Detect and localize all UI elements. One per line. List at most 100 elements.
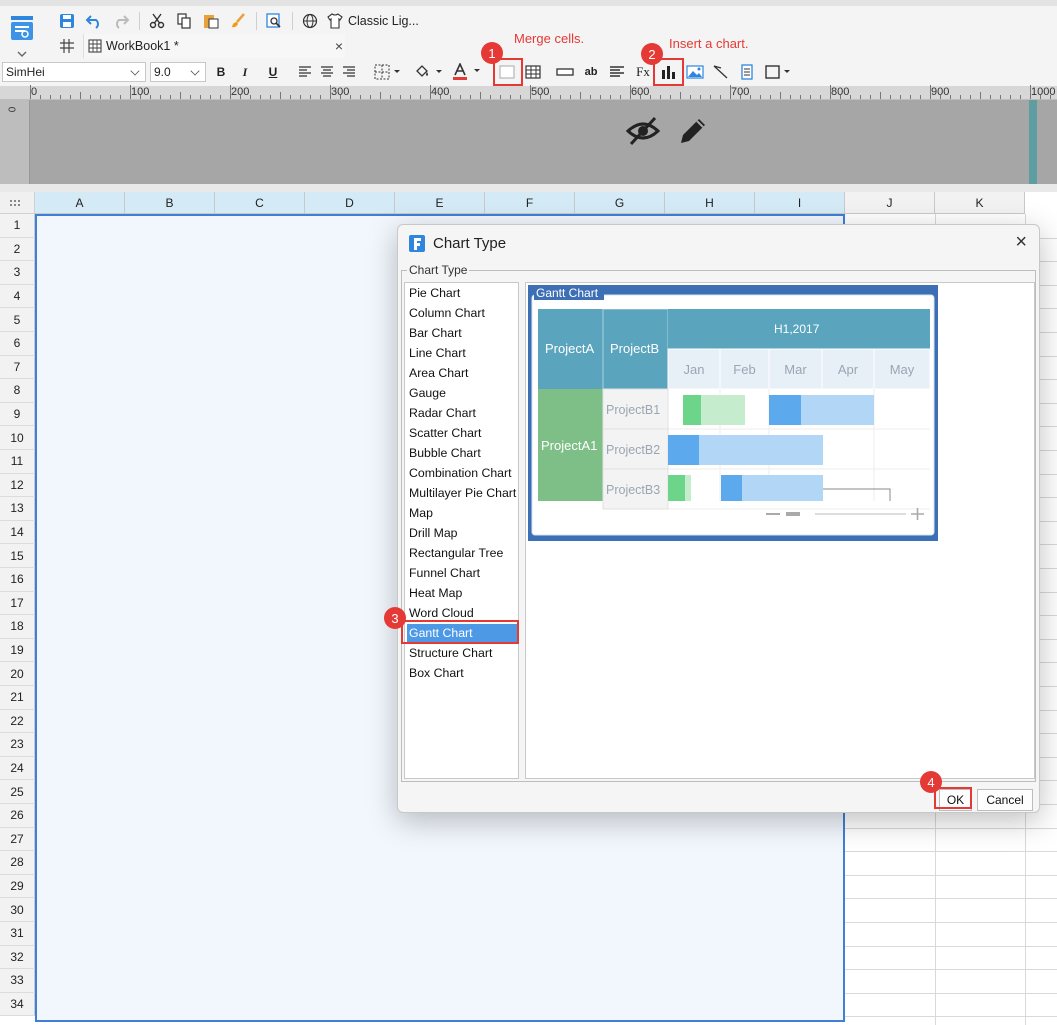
theme-label[interactable]: Classic Lig... xyxy=(348,14,419,28)
row-header[interactable]: 22 xyxy=(0,709,35,734)
chart-type-item-funnel-chart[interactable]: Funnel Chart xyxy=(407,564,518,583)
format-painter-button[interactable] xyxy=(227,10,249,32)
column-header[interactable]: A xyxy=(35,192,125,214)
row-header[interactable]: 31 xyxy=(0,922,35,946)
row-header[interactable]: 28 xyxy=(0,851,35,875)
tab-workbook1[interactable]: WorkBook1 * × xyxy=(83,34,345,58)
sheet-grid-button[interactable] xyxy=(56,35,78,57)
column-header[interactable]: J xyxy=(845,192,935,214)
row-header[interactable]: 11 xyxy=(0,450,35,474)
row-header[interactable]: 6 xyxy=(0,332,35,356)
row-header[interactable]: 27 xyxy=(0,827,35,852)
chart-type-item-drill-map[interactable]: Drill Map xyxy=(407,524,518,543)
column-header[interactable]: B xyxy=(125,192,215,214)
select-all-corner[interactable] xyxy=(0,192,35,214)
align-right-icon[interactable] xyxy=(342,65,356,79)
chart-type-item-scatter-chart[interactable]: Scatter Chart xyxy=(407,424,518,443)
column-header[interactable]: I xyxy=(755,192,845,214)
text-field-icon[interactable] xyxy=(556,67,574,77)
chart-type-item-structure-chart[interactable]: Structure Chart xyxy=(407,644,518,663)
row-header[interactable]: 2 xyxy=(0,237,35,262)
row-header[interactable]: 3 xyxy=(0,261,35,285)
align-center-icon[interactable] xyxy=(320,65,334,79)
undo-button[interactable] xyxy=(83,10,105,32)
chart-type-item-rectangular-tree[interactable]: Rectangular Tree xyxy=(407,544,518,563)
cancel-button[interactable]: Cancel xyxy=(977,789,1033,811)
italic-button[interactable]: I xyxy=(238,62,252,82)
row-header[interactable]: 34 xyxy=(0,992,35,1017)
gantt-preview-thumbnail[interactable]: Gantt Chart ProjectA ProjectB H1,2017 Ja… xyxy=(528,285,938,541)
row-header[interactable]: 8 xyxy=(0,379,35,403)
cut-button[interactable] xyxy=(146,10,168,32)
chart-type-item-multilayer-pie-chart[interactable]: Multilayer Pie Chart xyxy=(407,484,518,503)
language-button[interactable] xyxy=(299,10,321,32)
row-header[interactable]: 9 xyxy=(0,402,35,427)
font-color-icon[interactable] xyxy=(452,63,484,81)
underline-button[interactable]: U xyxy=(266,62,280,82)
frame-icon[interactable] xyxy=(764,64,794,80)
table-icon[interactable] xyxy=(525,65,541,79)
column-header[interactable]: C xyxy=(215,192,305,214)
row-header[interactable]: 23 xyxy=(0,733,35,757)
row-header[interactable]: 13 xyxy=(0,497,35,521)
redo-button[interactable] xyxy=(110,10,132,32)
row-header[interactable]: 29 xyxy=(0,874,35,899)
row-header[interactable]: 19 xyxy=(0,638,35,663)
chart-type-item-box-chart[interactable]: Box Chart xyxy=(407,664,518,683)
chart-type-item-bubble-chart[interactable]: Bubble Chart xyxy=(407,444,518,463)
bold-button[interactable]: B xyxy=(214,62,228,82)
paste-button[interactable] xyxy=(200,10,222,32)
row-header[interactable]: 16 xyxy=(0,568,35,592)
formula-button[interactable]: Fx xyxy=(633,62,653,82)
row-header[interactable]: 4 xyxy=(0,284,35,309)
chart-type-item-combination-chart[interactable]: Combination Chart xyxy=(407,464,518,483)
fill-color-icon[interactable] xyxy=(414,64,444,80)
hide-eye-icon[interactable] xyxy=(626,115,660,147)
align-left-icon[interactable] xyxy=(298,65,312,79)
chart-type-item-heat-map[interactable]: Heat Map xyxy=(407,584,518,603)
column-header[interactable]: E xyxy=(395,192,485,214)
row-header[interactable]: 20 xyxy=(0,662,35,686)
font-family-select[interactable]: SimHei xyxy=(2,62,146,82)
row-header[interactable]: 26 xyxy=(0,804,35,828)
row-header[interactable]: 24 xyxy=(0,756,35,781)
chart-type-item-column-chart[interactable]: Column Chart xyxy=(407,304,518,323)
chart-type-item-radar-chart[interactable]: Radar Chart xyxy=(407,404,518,423)
zoom-slider-handle[interactable] xyxy=(786,512,800,516)
row-header[interactable]: 17 xyxy=(0,591,35,616)
row-header[interactable]: 15 xyxy=(0,544,35,568)
row-header[interactable]: 7 xyxy=(0,355,35,380)
save-button[interactable] xyxy=(56,10,78,32)
close-icon[interactable]: × xyxy=(1015,231,1027,254)
app-logo-icon[interactable] xyxy=(10,14,36,58)
chart-type-item-bar-chart[interactable]: Bar Chart xyxy=(407,324,518,343)
row-header[interactable]: 32 xyxy=(0,945,35,970)
chart-type-item-pie-chart[interactable]: Pie Chart xyxy=(407,284,518,303)
column-header[interactable]: H xyxy=(665,192,755,214)
row-header[interactable]: 18 xyxy=(0,615,35,639)
row-header[interactable]: 10 xyxy=(0,426,35,450)
chart-type-item-map[interactable]: Map xyxy=(407,504,518,523)
column-header[interactable]: G xyxy=(575,192,665,214)
insert-image-icon[interactable] xyxy=(686,65,704,79)
copy-button[interactable] xyxy=(173,10,195,32)
tab-close-icon[interactable]: × xyxy=(335,38,343,54)
row-header[interactable]: 25 xyxy=(0,780,35,804)
row-header[interactable]: 33 xyxy=(0,969,35,993)
row-header[interactable]: 21 xyxy=(0,686,35,710)
row-header[interactable]: 12 xyxy=(0,473,35,498)
row-header[interactable]: 1 xyxy=(0,214,35,238)
theme-button[interactable] xyxy=(326,10,344,32)
column-header[interactable]: K xyxy=(935,192,1025,214)
chart-type-item-gauge[interactable]: Gauge xyxy=(407,384,518,403)
chart-type-item-area-chart[interactable]: Area Chart xyxy=(407,364,518,383)
sub-report-icon[interactable] xyxy=(740,64,754,80)
row-header[interactable]: 30 xyxy=(0,898,35,922)
column-header[interactable]: F xyxy=(485,192,575,214)
edit-pencil-icon[interactable] xyxy=(677,115,709,147)
wrap-text-button[interactable]: ab xyxy=(583,62,599,82)
chart-type-item-line-chart[interactable]: Line Chart xyxy=(407,344,518,363)
column-header[interactable]: D xyxy=(305,192,395,214)
row-header[interactable]: 14 xyxy=(0,520,35,545)
font-size-select[interactable]: 9.0 xyxy=(150,62,206,82)
